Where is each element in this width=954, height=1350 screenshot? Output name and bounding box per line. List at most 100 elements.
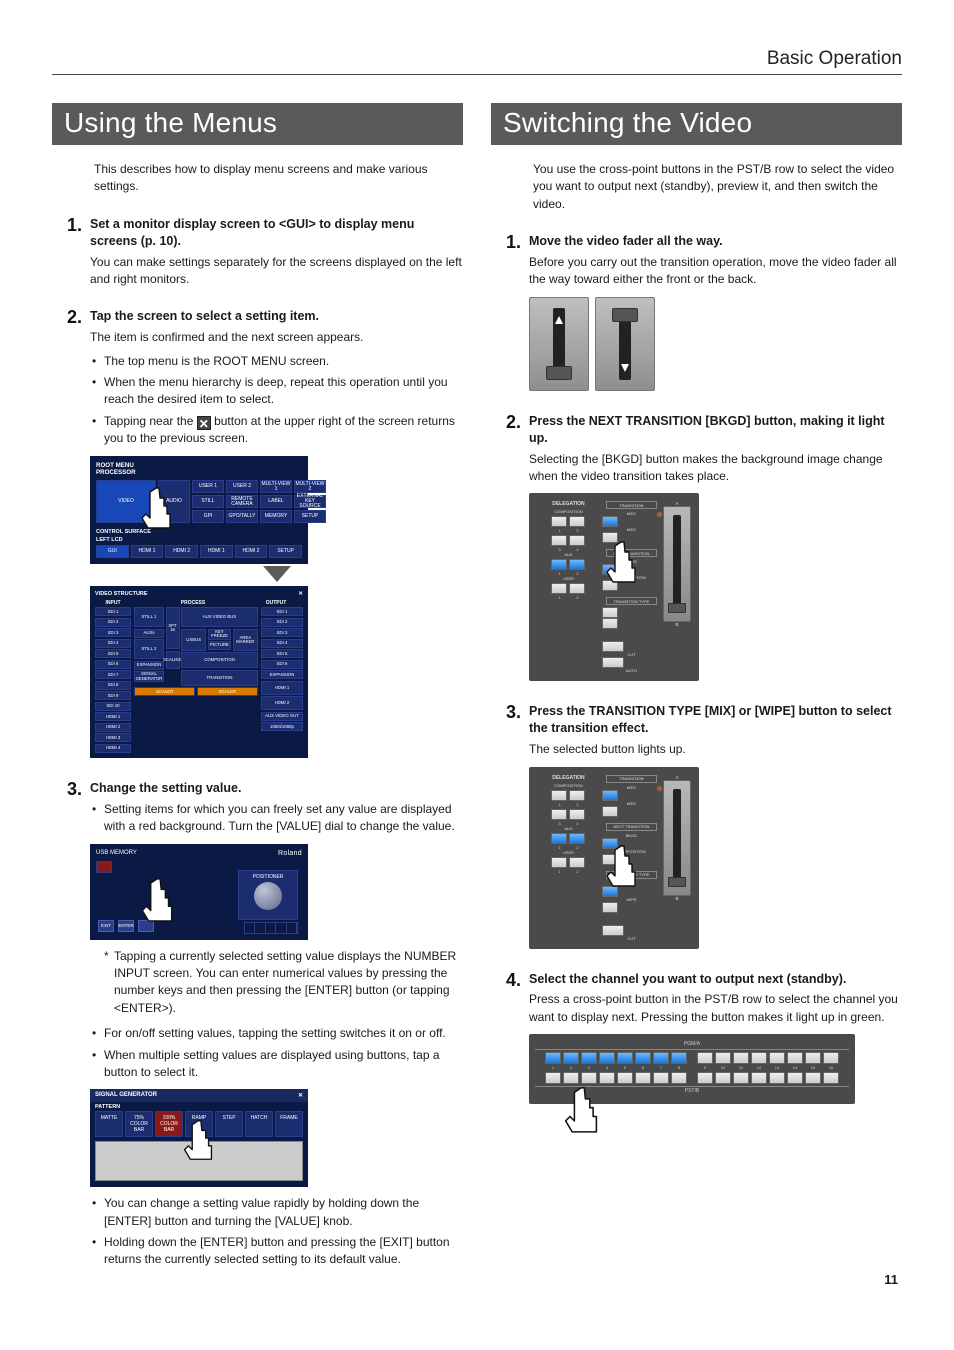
fader-down[interactable] [595, 297, 655, 391]
lcd-gui[interactable]: GUI [96, 545, 129, 558]
xpt-button-2[interactable]: 2 [563, 1052, 579, 1064]
value-field[interactable] [96, 861, 112, 873]
close-icon[interactable]: ✕ [298, 1092, 303, 1099]
xpt-button-15[interactable]: 15 [805, 1052, 821, 1064]
step-title: Set a monitor display screen to <GUI> to… [90, 216, 463, 250]
xpt-button-3[interactable]: 3 [581, 1052, 597, 1064]
right-step-2: 2. Press the NEXT TRANSITION [BKGD] butt… [491, 413, 902, 690]
switching-video-intro: You use the cross-point buttons in the P… [533, 161, 902, 213]
tab-step[interactable]: STEP [215, 1111, 243, 1137]
vstruct-outputs: SDI 1 SDI 2 SDI 3 SDI 4 SDI 5 SDI 6 EXPA… [261, 607, 303, 753]
xpt-button-5[interactable]: 5 [617, 1052, 633, 1064]
step-text: The item is confirmed and the next scree… [90, 329, 463, 346]
step-number: 4. [491, 971, 523, 1113]
figure-panel-mix: DELEGATION COMPOSITION 12 34 AUX 12 USER… [529, 767, 902, 949]
hand-pointer-icon [559, 1082, 603, 1140]
switching-video-heading: Switching the Video [491, 103, 902, 145]
step-text: Before you carry out the transition oper… [529, 254, 902, 289]
menu-gpi[interactable]: GPI [192, 510, 224, 523]
xpt-button-1[interactable]: 1 [545, 1052, 561, 1064]
mix-button[interactable] [602, 607, 618, 618]
me1-button[interactable] [602, 516, 618, 527]
wipe-button[interactable] [602, 902, 618, 913]
xpt-button-14[interactable]: 14 [787, 1052, 803, 1064]
xpt-button-13[interactable] [769, 1072, 785, 1084]
bullet: When multiple setting values are display… [90, 1047, 463, 1082]
menu-user2[interactable]: USER 2 [226, 480, 258, 493]
xpt-button-7[interactable]: 7 [653, 1052, 669, 1064]
menu-memory[interactable]: MEMORY [260, 510, 292, 523]
menu-gpotally[interactable]: GPO/TALLY [226, 510, 258, 523]
positioner-dial[interactable] [254, 882, 282, 910]
xpt-button-11[interactable] [733, 1072, 749, 1084]
figure-usb-memory: USB MEMORY Roland POSITIONER EXIT [90, 844, 463, 940]
menu-user1[interactable]: USER 1 [192, 480, 224, 493]
menu-extkey[interactable]: EXTERNAL KEY SOURCE [294, 495, 326, 508]
menu-still[interactable]: STILL [192, 495, 224, 508]
xpt-button-5[interactable] [617, 1072, 633, 1084]
xpt-button-9[interactable] [697, 1072, 713, 1084]
xpt-button-10[interactable] [715, 1072, 731, 1084]
menu-label[interactable]: LABEL [260, 495, 292, 508]
xpt-button-7[interactable] [653, 1072, 669, 1084]
roland-logo: Roland [278, 850, 302, 857]
exit-button[interactable]: EXIT [98, 920, 114, 932]
xpt-button-12[interactable] [751, 1072, 767, 1084]
tab-hatch[interactable]: HATCH [245, 1111, 273, 1137]
wipe-button[interactable] [602, 618, 618, 629]
xpt-button-4[interactable]: 4 [599, 1052, 615, 1064]
vstruct-inputs: SDI 1 SDI 2 SDI 3 SDI 4 SDI 5 SDI 6 SDI … [95, 607, 131, 753]
bullet: When the menu hierarchy is deep, repeat … [90, 374, 463, 409]
page-number: 11 [884, 1272, 898, 1287]
right-step-4: 4. Select the channel you want to output… [491, 971, 902, 1113]
step-title: Select the channel you want to output ne… [529, 971, 902, 988]
xpt-button-8[interactable]: 8 [671, 1052, 687, 1064]
using-menus-intro: This describes how to display menu scree… [94, 161, 463, 196]
hand-pointer-icon [178, 1117, 218, 1165]
xpt-button-14[interactable] [787, 1072, 803, 1084]
step-title: Press the NEXT TRANSITION [BKGD] button,… [529, 413, 902, 447]
bullet: Setting items for which you can freely s… [90, 801, 463, 836]
positioner-panel: POSITIONER [238, 870, 298, 920]
xpt-button-8[interactable] [671, 1072, 687, 1084]
close-icon[interactable]: ✕ [298, 591, 303, 597]
xpt-button-12[interactable]: 12 [751, 1052, 767, 1064]
xpt-button-16[interactable]: 16 [823, 1052, 839, 1064]
lcd-setup[interactable]: SETUP [269, 545, 302, 558]
lcd-hdmi1[interactable]: HDMI 1 [131, 545, 164, 558]
figure-crosspoint: PGM/A 12345678910111213141516 PST/B [529, 1034, 902, 1104]
cut-button[interactable] [602, 641, 624, 652]
lcd-hdmi1b[interactable]: HDMI 1 [200, 545, 233, 558]
tab-matte[interactable]: MATTE [95, 1111, 123, 1137]
footnote: Tapping a currently selected setting val… [104, 948, 463, 1018]
step-title: Tap the screen to select a setting item. [90, 308, 463, 325]
video-fader[interactable] [663, 780, 691, 896]
xpt-button-16[interactable] [823, 1072, 839, 1084]
enter-button[interactable]: ENTER [118, 920, 134, 932]
menu-mv2[interactable]: MULTI-VIEW 2 [294, 480, 326, 493]
menu-setup[interactable]: SETUP [294, 510, 326, 523]
step-title: Press the TRANSITION TYPE [MIX] or [WIPE… [529, 703, 902, 737]
xpt-button-6[interactable] [635, 1072, 651, 1084]
auto-button[interactable] [602, 657, 624, 668]
video-fader[interactable] [663, 506, 691, 622]
fader-up[interactable] [529, 297, 589, 391]
xpt-button-6[interactable]: 6 [635, 1052, 651, 1064]
menu-mv1[interactable]: MULTI-VIEW 1 [260, 480, 292, 493]
xpt-button-13[interactable]: 13 [769, 1052, 785, 1064]
tab-frame[interactable]: FRAME [275, 1111, 303, 1137]
xpt-button-15[interactable] [805, 1072, 821, 1084]
menu-remote[interactable]: REMOTE CAMERA [226, 495, 258, 508]
arrow-down-icon [263, 566, 291, 582]
tab-75cb[interactable]: 75% COLOR BAR [125, 1111, 153, 1137]
xpt-button-11[interactable]: 11 [733, 1052, 749, 1064]
hand-pointer-icon [136, 874, 178, 928]
lcd-hdmi2b[interactable]: HDMI 2 [235, 545, 268, 558]
xpt-button-9[interactable]: 9 [697, 1052, 713, 1064]
pgm-row: 12345678910111213141516 [535, 1052, 849, 1064]
left-step-1: 1. Set a monitor display screen to <GUI>… [52, 216, 463, 295]
left-step-2: 2. Tap the screen to select a setting it… [52, 308, 463, 766]
hand-pointer-icon [136, 484, 176, 534]
lcd-hdmi2[interactable]: HDMI 2 [165, 545, 198, 558]
xpt-button-10[interactable]: 10 [715, 1052, 731, 1064]
